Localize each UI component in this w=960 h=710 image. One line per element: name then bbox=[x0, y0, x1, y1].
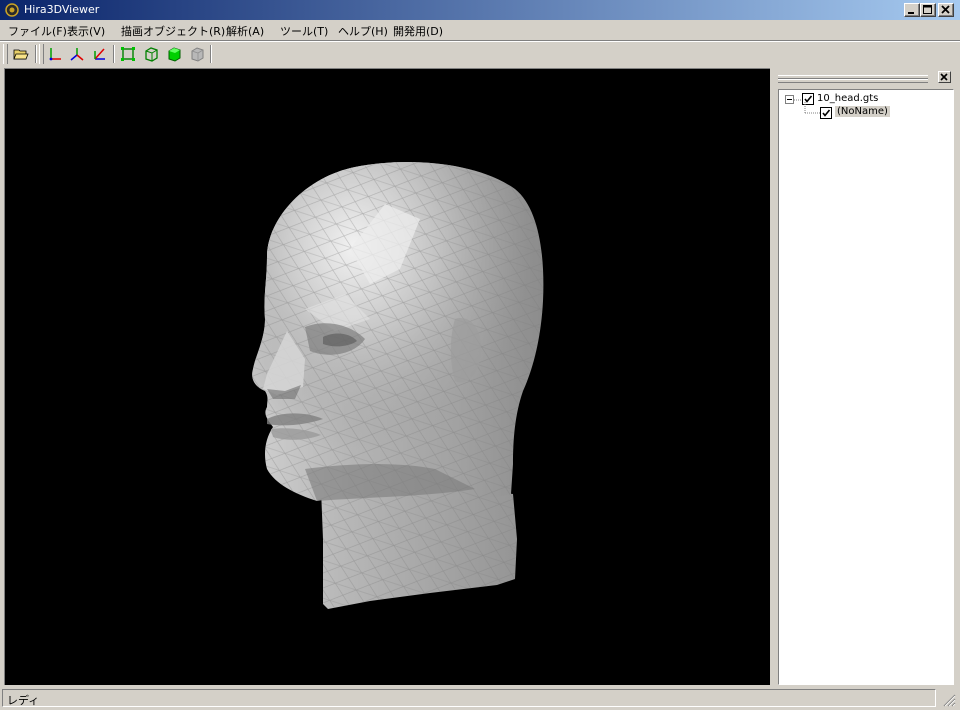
solid-shading-icon bbox=[168, 47, 181, 62]
close-icon bbox=[941, 5, 950, 14]
minus-icon bbox=[787, 99, 792, 100]
view-xy-button[interactable] bbox=[44, 44, 66, 64]
resize-grip-icon[interactable] bbox=[940, 691, 956, 707]
axis-yz-icon bbox=[70, 48, 84, 61]
menu-view[interactable]: 表示(V) bbox=[67, 23, 105, 39]
wireframe-button[interactable] bbox=[140, 44, 162, 64]
menu-develop[interactable]: 開発用(D) bbox=[393, 23, 443, 39]
panel-close-button[interactable] bbox=[938, 71, 951, 83]
tree-item-child[interactable]: (NoName) bbox=[783, 102, 953, 120]
axis-xy-icon bbox=[49, 48, 61, 61]
toolbar-grip[interactable] bbox=[3, 44, 8, 64]
wireframe-icon bbox=[145, 47, 158, 62]
status-pane: レディ bbox=[2, 689, 936, 707]
menu-help[interactable]: ヘルプ(H) bbox=[338, 23, 388, 39]
toolbar bbox=[0, 42, 960, 66]
tree-item-label[interactable]: 10_head.gts bbox=[817, 93, 878, 104]
checkbox-child[interactable] bbox=[820, 107, 832, 119]
app-icon bbox=[5, 3, 19, 17]
object-tree-panel: 10_head.gts (NoName) bbox=[774, 68, 960, 685]
3d-viewport[interactable] bbox=[4, 68, 770, 685]
menu-render-objects[interactable]: 描画オブジェクト(R) bbox=[121, 23, 225, 39]
fit-view-button[interactable] bbox=[117, 44, 139, 64]
menu-analysis[interactable]: 解析(A) bbox=[226, 23, 264, 39]
minimize-button[interactable] bbox=[904, 3, 920, 17]
menu-tools[interactable]: ツール(T) bbox=[280, 23, 328, 39]
window-title: Hira3DViewer bbox=[24, 3, 100, 16]
axis-zx-icon bbox=[94, 48, 105, 60]
close-icon bbox=[940, 73, 948, 81]
disabled-shading-icon bbox=[191, 47, 204, 62]
view-yz-button[interactable] bbox=[66, 44, 88, 64]
status-bar: レディ bbox=[0, 688, 960, 710]
object-tree[interactable]: 10_head.gts (NoName) bbox=[778, 89, 954, 685]
tree-item-label-selected[interactable]: (NoName) bbox=[835, 106, 890, 117]
head-model[interactable] bbox=[5, 69, 771, 686]
checkmark-icon bbox=[822, 109, 831, 117]
collapse-toggle[interactable] bbox=[785, 95, 794, 104]
maximize-icon bbox=[923, 5, 932, 14]
minimize-icon bbox=[908, 12, 914, 14]
title-bar: Hira3DViewer bbox=[0, 0, 960, 20]
open-button[interactable] bbox=[10, 44, 32, 64]
view-zx-button[interactable] bbox=[88, 44, 110, 64]
close-button[interactable] bbox=[938, 3, 954, 17]
fit-view-icon bbox=[121, 47, 135, 61]
menu-file[interactable]: ファイル(F) bbox=[8, 23, 67, 39]
solid-shading-button[interactable] bbox=[163, 44, 185, 64]
open-folder-icon bbox=[13, 49, 29, 60]
maximize-button[interactable] bbox=[920, 3, 936, 17]
disabled-shading-button[interactable] bbox=[186, 44, 208, 64]
status-text: レディ bbox=[7, 694, 40, 707]
menu-bar: ファイル(F) 表示(V) 描画オブジェクト(R) 解析(A) ツール(T) ヘ… bbox=[0, 20, 960, 40]
